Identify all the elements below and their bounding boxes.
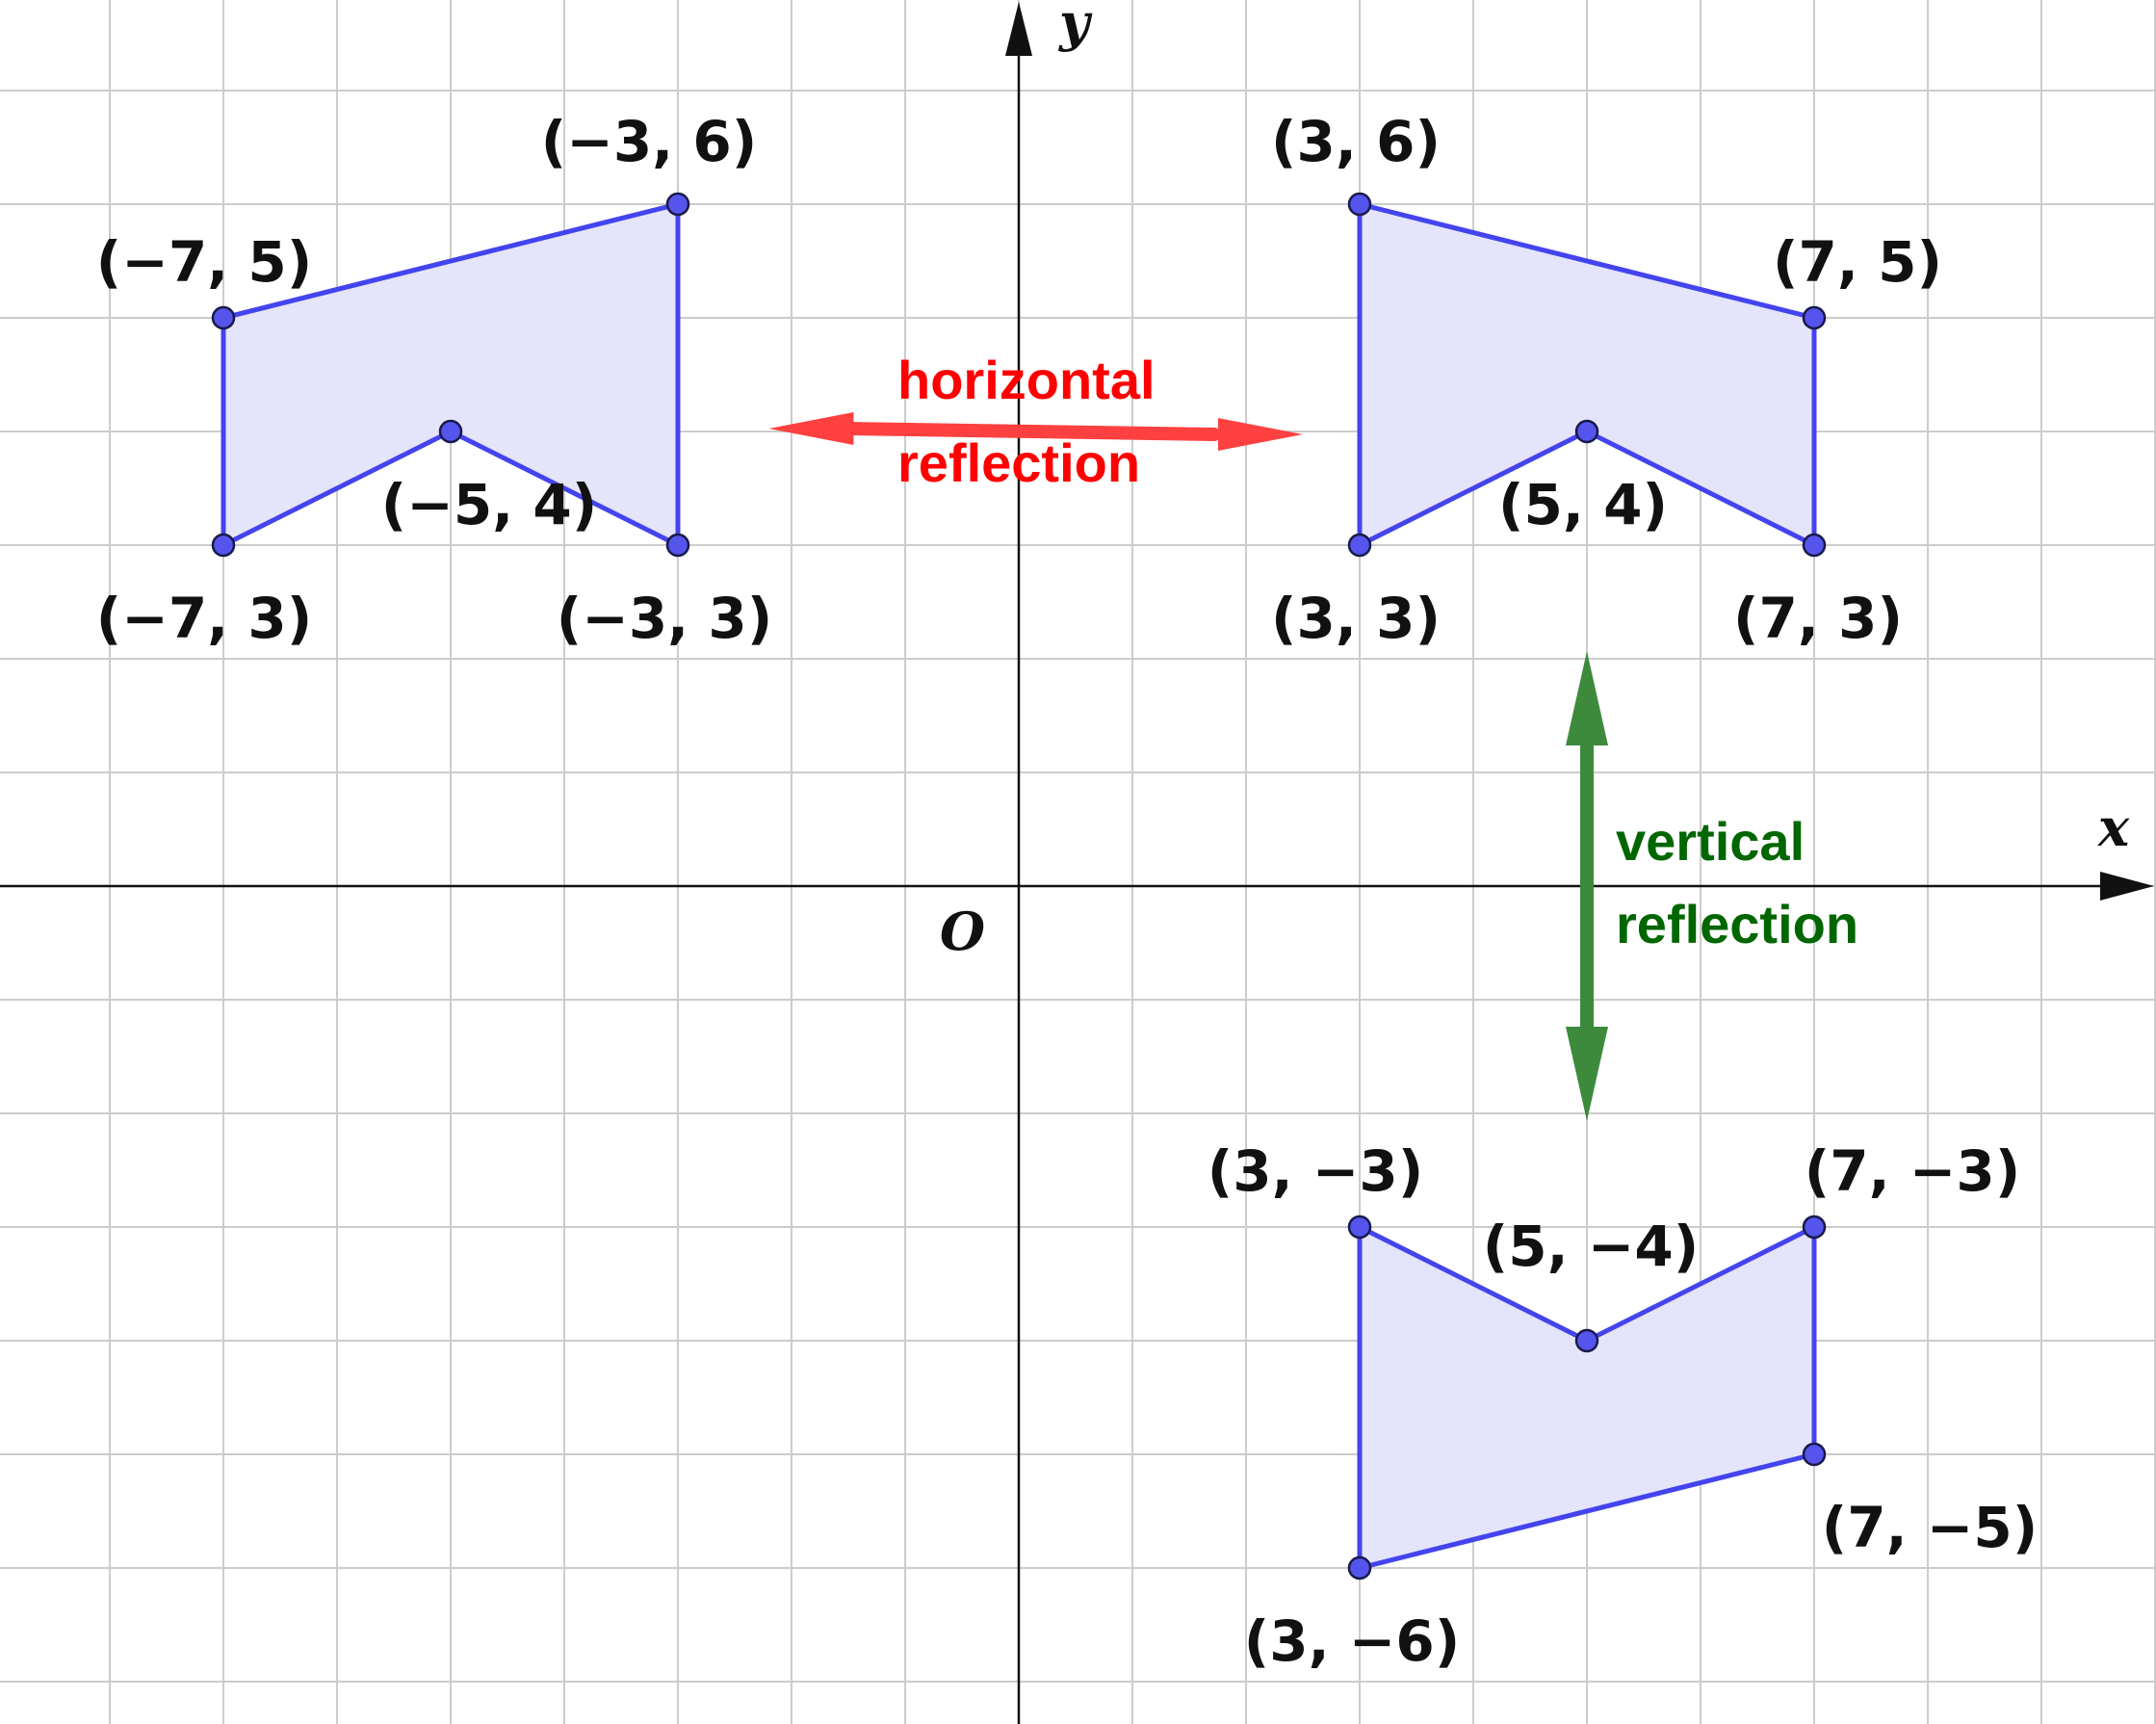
coordinate-plane: x y O horizontal reflection vertical ref… (0, 0, 2156, 1724)
vertical-arrow-bottom-head (1566, 1027, 1608, 1121)
vertical-arrow-top-head (1566, 651, 1608, 745)
horizontal-arrow-right-head (1218, 418, 1303, 451)
labels: x y O horizontal reflection vertical ref… (96, 0, 2130, 1674)
vertex-point (665, 533, 690, 558)
horizontal-reflection-label-line2: reflection (897, 432, 1140, 493)
vertex-label: (−7, 5) (96, 229, 313, 295)
origin-label: O (940, 901, 985, 962)
vertex-point (211, 305, 236, 330)
y-axis-arrowhead (1005, 2, 1032, 56)
horizontal-reflection-label-line1: horizontal (897, 350, 1156, 410)
vertex-label: (3, 6) (1271, 109, 1441, 174)
vertex-point (1347, 1555, 1372, 1580)
vertex-point (1802, 1215, 1827, 1240)
y-axis-label: y (1058, 0, 1093, 53)
vertex-label: (7, −3) (1805, 1138, 2021, 1204)
vertex-label: (3, −6) (1244, 1608, 1461, 1674)
vertex-label: (5, 4) (1498, 472, 1668, 537)
vertex-point (1347, 533, 1372, 558)
vertex-label: (7, 5) (1773, 229, 1942, 295)
x-axis-label: x (2097, 797, 2130, 858)
vertex-label: (−5, 4) (381, 472, 598, 537)
vertex-point (1574, 1328, 1599, 1353)
vertex-label: (−3, 6) (541, 109, 758, 174)
vertex-label: (3, 3) (1271, 586, 1441, 651)
vertex-point (1347, 1215, 1372, 1240)
vertex-point (1802, 533, 1827, 558)
vertex-point (1347, 192, 1372, 217)
vertical-reflection-label-line2: reflection (1616, 894, 1858, 954)
vertex-point (665, 192, 690, 217)
vertex-label: (3, −3) (1208, 1138, 1424, 1204)
vertex-label: (7, 3) (1733, 586, 1903, 651)
horizontal-arrow-left-head (768, 412, 854, 445)
x-axis-arrowhead (2100, 872, 2154, 901)
vertex-point (211, 533, 236, 558)
vertex-label: (−7, 3) (96, 586, 313, 651)
vertical-reflection-label-line1: vertical (1616, 811, 1805, 872)
vertex-label: (−3, 3) (557, 586, 773, 651)
vertex-point (438, 419, 463, 444)
reflection-arrows (768, 412, 1608, 1121)
vertex-label: (5, −4) (1483, 1214, 1700, 1279)
vertex-point (1574, 419, 1599, 444)
vertex-point (1802, 305, 1827, 330)
vertex-label: (7, −5) (1822, 1495, 2039, 1560)
vertex-point (1802, 1442, 1827, 1467)
